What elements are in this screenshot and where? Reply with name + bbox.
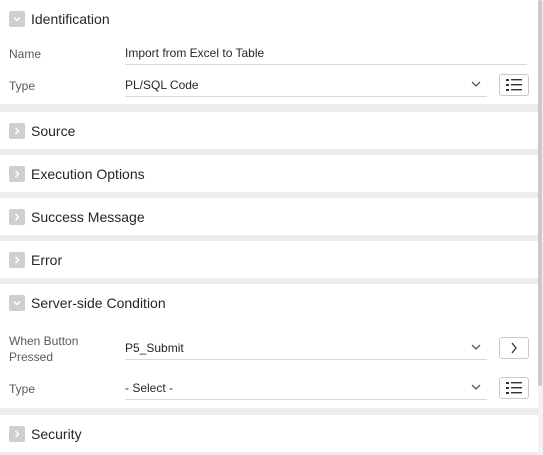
section-title-success-message: Success Message	[31, 209, 145, 225]
chevron-right-icon[interactable]	[9, 166, 25, 182]
execution-options-header[interactable]: Execution Options	[0, 155, 538, 193]
name-label: Name	[9, 47, 42, 61]
type-label: Type	[9, 79, 36, 93]
name-value: Import from Excel to Table	[125, 46, 265, 60]
identification-header[interactable]: Identification	[0, 0, 538, 38]
security-header[interactable]: Security	[0, 415, 538, 453]
list-icon	[506, 382, 522, 394]
condition-type-value: - Select -	[125, 381, 174, 395]
server-side-condition-header[interactable]: Server-side Condition	[0, 284, 538, 322]
when-button-go-button[interactable]	[499, 337, 529, 359]
chevron-right-icon[interactable]	[9, 209, 25, 225]
list-icon	[506, 79, 522, 91]
error-header[interactable]: Error	[0, 241, 538, 279]
when-button-select[interactable]: P5_Submit	[125, 337, 487, 360]
condition-type-label: Type	[9, 382, 36, 396]
chevron-down-icon	[471, 384, 481, 390]
section-title-identification: Identification	[31, 11, 110, 27]
when-button-label-line1: When Button	[9, 334, 79, 348]
chevron-right-icon	[511, 342, 517, 354]
chevron-right-icon[interactable]	[9, 123, 25, 139]
section-title-source: Source	[31, 123, 76, 139]
type-value: PL/SQL Code	[125, 78, 199, 92]
section-title-security: Security	[31, 426, 82, 442]
type-select[interactable]: PL/SQL Code	[125, 74, 487, 97]
chevron-down-icon	[471, 344, 481, 350]
chevron-down-icon[interactable]	[9, 295, 25, 311]
chevron-right-icon[interactable]	[9, 426, 25, 442]
success-message-header[interactable]: Success Message	[0, 198, 538, 236]
section-title-server-side-condition: Server-side Condition	[31, 295, 166, 311]
type-list-button[interactable]	[499, 74, 529, 96]
when-button-value: P5_Submit	[125, 341, 184, 355]
source-header[interactable]: Source	[0, 112, 538, 150]
chevron-right-icon[interactable]	[9, 252, 25, 268]
condition-type-list-button[interactable]	[499, 377, 529, 399]
chevron-down-icon[interactable]	[9, 11, 25, 27]
name-field[interactable]: Import from Excel to Table	[125, 42, 527, 65]
scrollbar-thumb[interactable]	[538, 0, 542, 386]
section-title-error: Error	[31, 252, 63, 268]
chevron-down-icon	[471, 81, 481, 87]
when-button-pressed-label: When Button Pressed	[9, 333, 78, 365]
condition-type-select[interactable]: - Select -	[125, 377, 487, 400]
when-button-label-line2: Pressed	[9, 350, 54, 364]
section-title-execution-options: Execution Options	[31, 166, 145, 182]
